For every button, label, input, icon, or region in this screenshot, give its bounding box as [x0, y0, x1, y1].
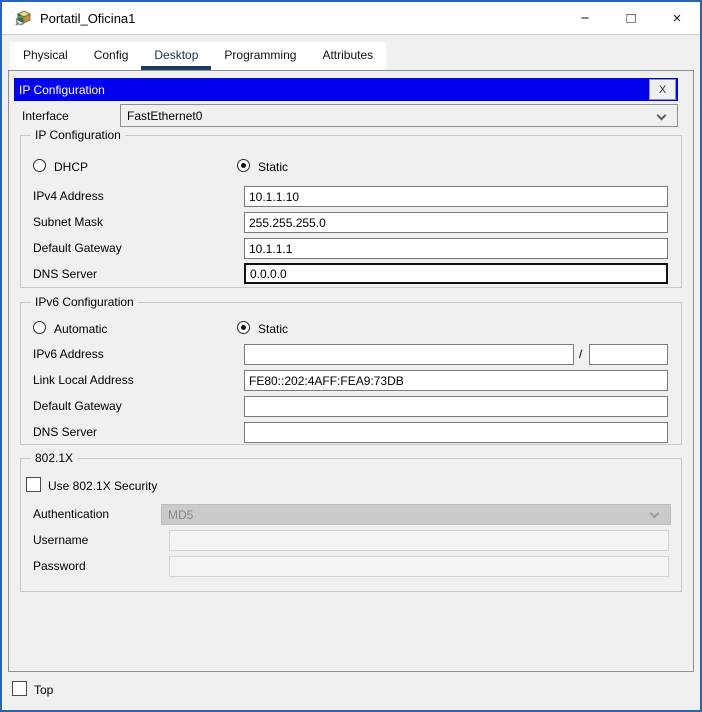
link-local-address-label: Link Local Address	[33, 373, 134, 387]
packet-tracer-device-icon	[14, 9, 32, 27]
title-bar: Portatil_Oficina1 − □ ×	[2, 2, 700, 35]
username-input	[169, 530, 669, 551]
ipv4-address-label: IPv4 Address	[33, 189, 104, 203]
top-checkbox-label[interactable]: Top	[34, 683, 53, 697]
minimize-icon[interactable]: −	[562, 2, 608, 34]
close-icon[interactable]: ×	[654, 2, 700, 34]
applet-close-button[interactable]: X	[649, 79, 676, 100]
ipv4-static-radio[interactable]	[237, 159, 250, 172]
ipv6-address-label: IPv6 Address	[33, 347, 104, 361]
ipv6-static-radio[interactable]	[237, 321, 250, 334]
maximize-icon[interactable]: □	[608, 2, 654, 34]
ipv4-address-input[interactable]	[244, 186, 668, 207]
ipv6-static-radio-label[interactable]: Static	[258, 322, 288, 336]
ipv4-default-gateway-input[interactable]	[244, 238, 668, 259]
use-8021x-security-checkbox[interactable]	[26, 477, 41, 492]
ipv6-default-gateway-input[interactable]	[244, 396, 668, 417]
window-title: Portatil_Oficina1	[40, 11, 135, 26]
ip-configuration-header-title: IP Configuration	[19, 83, 105, 97]
authentication-label: Authentication	[33, 507, 109, 521]
tab-attributes[interactable]: Attributes	[309, 42, 386, 70]
authentication-dropdown: MD5	[161, 504, 671, 525]
ipv4-default-gateway-label: Default Gateway	[33, 241, 122, 255]
authentication-dropdown-value: MD5	[168, 508, 193, 522]
ipv6-default-gateway-label: Default Gateway	[33, 399, 122, 413]
ipv6-prefix-separator: /	[579, 347, 582, 361]
top-checkbox[interactable]	[12, 681, 27, 696]
tab-programming[interactable]: Programming	[211, 42, 309, 70]
chevron-down-icon	[650, 509, 660, 519]
dhcp-radio-label[interactable]: DHCP	[54, 160, 88, 174]
subnet-mask-label: Subnet Mask	[33, 215, 103, 229]
ipv6-dns-server-input[interactable]	[244, 422, 668, 443]
link-local-address-input[interactable]	[244, 370, 668, 391]
ipv4-dns-server-input[interactable]	[244, 263, 668, 284]
ipv6-dns-server-label: DNS Server	[33, 425, 97, 439]
tab-bar: Physical Config Desktop Programming Attr…	[10, 42, 386, 70]
password-input	[169, 556, 669, 577]
interface-dropdown-value: FastEthernet0	[127, 109, 202, 123]
tab-desktop[interactable]: Desktop	[141, 42, 211, 70]
tab-config[interactable]: Config	[81, 42, 142, 70]
ip-configuration-header: IP Configuration X	[14, 78, 678, 101]
dhcp-radio[interactable]	[33, 159, 46, 172]
ipv4-static-radio-label[interactable]: Static	[258, 160, 288, 174]
ipv4-group-legend: IP Configuration	[31, 128, 125, 142]
ipv6-automatic-radio[interactable]	[33, 321, 46, 334]
subnet-mask-input[interactable]	[244, 212, 668, 233]
device-window: Portatil_Oficina1 − □ × Physical Config …	[0, 0, 702, 712]
use-8021x-security-label[interactable]: Use 802.1X Security	[48, 479, 157, 493]
password-label: Password	[33, 559, 86, 573]
ipv6-automatic-radio-label[interactable]: Automatic	[54, 322, 107, 336]
ipv6-prefix-input[interactable]	[589, 344, 668, 365]
ipv6-address-input[interactable]	[244, 344, 574, 365]
username-label: Username	[33, 533, 88, 547]
interface-label: Interface	[22, 109, 69, 123]
interface-dropdown[interactable]: FastEthernet0	[120, 104, 678, 127]
tab-physical[interactable]: Physical	[10, 42, 81, 70]
dot1x-group-legend: 802.1X	[31, 451, 77, 465]
ipv6-group-legend: IPv6 Configuration	[31, 295, 138, 309]
chevron-down-icon	[657, 111, 667, 121]
window-controls: − □ ×	[562, 2, 700, 34]
ipv4-dns-server-label: DNS Server	[33, 267, 97, 281]
